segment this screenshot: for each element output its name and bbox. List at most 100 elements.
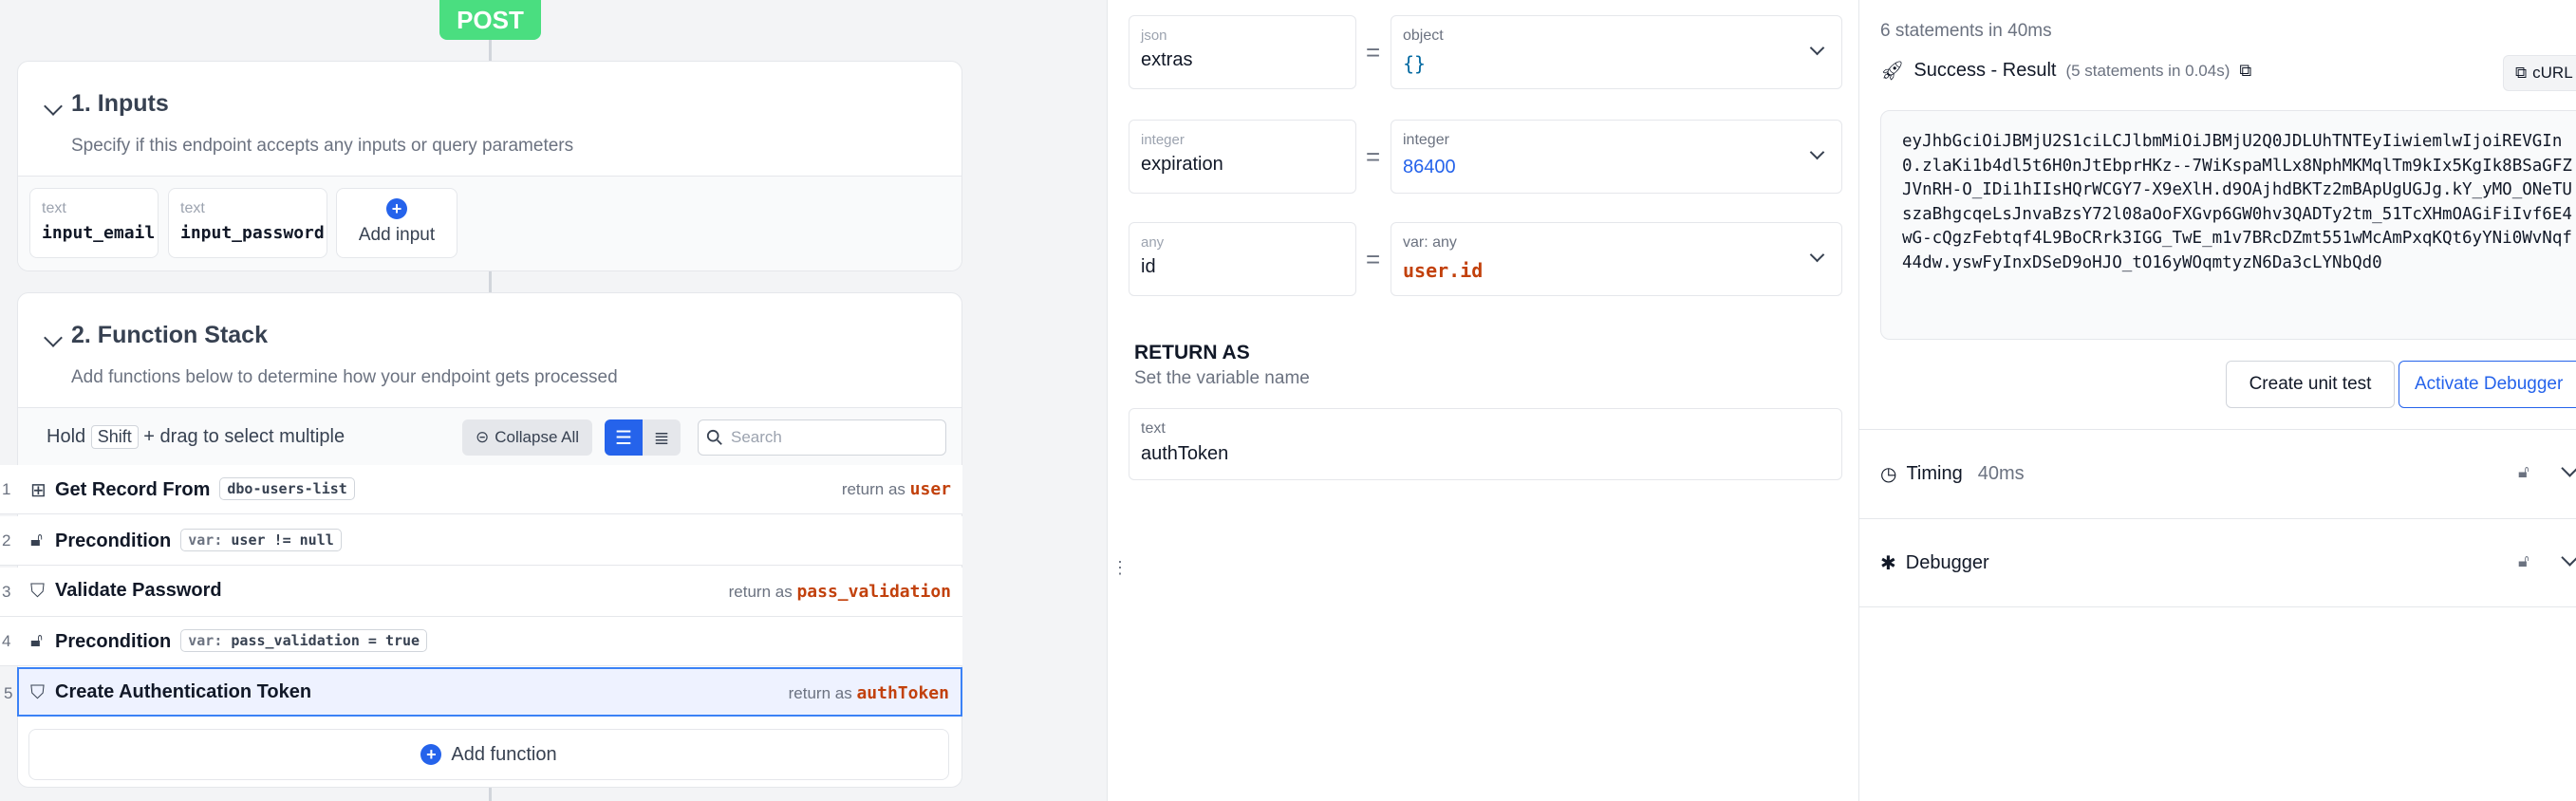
create-unit-test-button[interactable]: Create unit test: [2226, 361, 2395, 408]
result-status: Success - Result: [1913, 60, 2057, 81]
equals-sign: =: [1366, 38, 1381, 66]
bug-icon: ✱: [1880, 553, 1896, 574]
equals-sign: =: [1366, 245, 1381, 273]
step-return: return as authToken: [788, 683, 949, 703]
input-type: text: [42, 200, 66, 216]
timing-accordion[interactable]: ◷ Timing 40ms 🔓︎: [1859, 429, 2576, 518]
method-badge: POST: [439, 0, 541, 40]
return-var-name: authToken: [1141, 443, 1229, 464]
section-title: 2. Function Stack: [71, 322, 268, 348]
step-return: return as user: [841, 479, 951, 499]
detail-list-icon: ≣: [653, 427, 670, 449]
step-name: Validate Password: [55, 580, 222, 601]
function-step-1[interactable]: 1 ⊞ Get Record From dbo-users-list return…: [0, 465, 962, 514]
shield-check-icon: ⛉: [30, 682, 45, 703]
variable-name: expiration: [1141, 154, 1223, 175]
function-step-2[interactable]: 2 🔓︎ Precondition var: user != null: [0, 516, 962, 566]
timing-label: Timing: [1906, 463, 1963, 484]
lock-icon[interactable]: 🔓︎: [2518, 551, 2529, 571]
input-name: input_email: [42, 223, 156, 243]
step-number: 5: [4, 684, 13, 702]
step-number: 4: [2, 632, 11, 650]
add-function-button[interactable]: + Add function: [28, 729, 949, 780]
result-detail: (5 statements in 0.04s): [2065, 61, 2231, 80]
value-text: user.id: [1403, 259, 1484, 282]
search-box[interactable]: [698, 419, 946, 456]
list-icon: ☰: [615, 427, 632, 449]
hint-prefix: Hold: [47, 426, 86, 447]
add-function-label: Add function: [451, 743, 557, 765]
variable-name-field[interactable]: integer expiration: [1129, 120, 1356, 194]
equals-sign: =: [1366, 142, 1381, 171]
chevron-down-icon[interactable]: [44, 97, 63, 116]
value-text: 86400: [1403, 157, 1456, 177]
timing-value: 40ms: [1977, 463, 2025, 484]
function-toolbar: Hold Shift + drag to select multiple ⊝ C…: [18, 407, 961, 468]
chevron-down-icon[interactable]: [44, 328, 63, 347]
step-name: Precondition var: user != null: [55, 529, 342, 552]
function-stack-header[interactable]: 2. Function Stack Add functions below to…: [18, 293, 961, 407]
step-return: return as pass_validation: [728, 582, 951, 602]
search-icon: [706, 429, 722, 445]
variable-value-select[interactable]: object {}: [1391, 15, 1842, 89]
return-type-label: text: [1141, 420, 1166, 437]
plus-icon: +: [420, 744, 442, 765]
variable-name-field[interactable]: json extras: [1129, 15, 1356, 89]
variable-value-select[interactable]: var: any user.id: [1391, 222, 1842, 296]
function-step-5[interactable]: 5 ⛉ Create Authentication Token return a…: [4, 667, 962, 717]
copy-icon: ⧉: [2515, 64, 2528, 82]
plus-icon: +: [386, 198, 407, 219]
input-card-password[interactable]: text input_password: [168, 188, 327, 258]
multi-select-hint: Hold Shift + drag to select multiple: [47, 425, 345, 449]
collapse-label: Collapse All: [495, 428, 580, 446]
add-input-button[interactable]: + Add input: [336, 188, 457, 258]
lock-icon[interactable]: 🔓︎: [2518, 462, 2529, 482]
collapse-icon: ⊝: [476, 428, 490, 446]
function-step-3[interactable]: 3 ⛉ Validate Password return as pass_val…: [0, 568, 962, 617]
copy-icon[interactable]: ⧉: [2239, 61, 2251, 81]
return-as-subtitle: Set the variable name: [1134, 368, 1310, 388]
curl-button[interactable]: ⧉ cURL: [2503, 55, 2576, 91]
return-var: authToken: [856, 683, 949, 703]
input-card-email[interactable]: text input_email: [29, 188, 159, 258]
flow-connector: [489, 270, 492, 294]
input-name: input_password: [180, 223, 325, 243]
step-chip: var: pass_validation = true: [180, 629, 428, 652]
chevron-down-icon[interactable]: [2561, 549, 2576, 567]
search-input[interactable]: [731, 428, 921, 447]
flow-connector: [489, 788, 492, 801]
collapse-all-button[interactable]: ⊝ Collapse All: [462, 419, 593, 456]
section-subtitle: Specify if this endpoint accepts any inp…: [71, 136, 574, 156]
rocket-icon: 🚀︎: [1880, 61, 1905, 82]
table-icon: ⊞: [30, 480, 47, 501]
return-var: user: [909, 479, 951, 499]
value-text: {}: [1403, 52, 1427, 75]
result-header: 🚀︎ Success - Result (5 statements in 0.0…: [1880, 59, 2251, 83]
debugger-accordion[interactable]: ✱ Debugger 🔓︎: [1859, 518, 2576, 607]
variable-row-id: any id = var: any user.id: [1129, 222, 1842, 296]
detail-view-button[interactable]: ≣: [643, 419, 681, 456]
variable-name: extras: [1141, 49, 1193, 70]
step-name: Get Record From dbo-users-list: [55, 477, 355, 501]
list-view-button[interactable]: ☰: [605, 419, 643, 456]
clock-icon: ◷: [1880, 464, 1897, 485]
result-token: eyJhbGciOiJBMjU2S1ciLCJlbmMiOiJBMjU2Q0JD…: [1880, 110, 2576, 340]
variable-value-select[interactable]: integer 86400: [1391, 120, 1842, 194]
curl-label: cURL: [2532, 64, 2573, 82]
result-pane: ⋮ 6 statements in 40ms 🚀︎ Success - Resu…: [1858, 0, 2576, 801]
step-settings-pane: ⋮ json extras = object {} integer expira…: [1107, 0, 1858, 801]
return-var: pass_validation: [796, 582, 951, 602]
step-name: Precondition var: pass_validation = true: [55, 629, 428, 653]
return-as-field[interactable]: text authToken: [1129, 408, 1842, 480]
value-type: var: any: [1403, 234, 1457, 251]
function-step-4[interactable]: 4 🔓︎ Precondition var: pass_validation = …: [0, 617, 962, 666]
value-type: object: [1403, 28, 1444, 44]
chevron-down-icon[interactable]: [2561, 459, 2576, 477]
drag-handle-icon[interactable]: ⋮: [1111, 558, 1129, 578]
variable-name-field[interactable]: any id: [1129, 222, 1356, 296]
debugger-label: Debugger: [1905, 552, 1989, 573]
activate-debugger-button[interactable]: Activate Debugger: [2399, 361, 2576, 408]
timing-label-group: ◷ Timing 40ms: [1880, 462, 2025, 486]
value-type: integer: [1403, 132, 1449, 148]
inputs-header[interactable]: 1. Inputs Specify if this endpoint accep…: [18, 62, 961, 176]
